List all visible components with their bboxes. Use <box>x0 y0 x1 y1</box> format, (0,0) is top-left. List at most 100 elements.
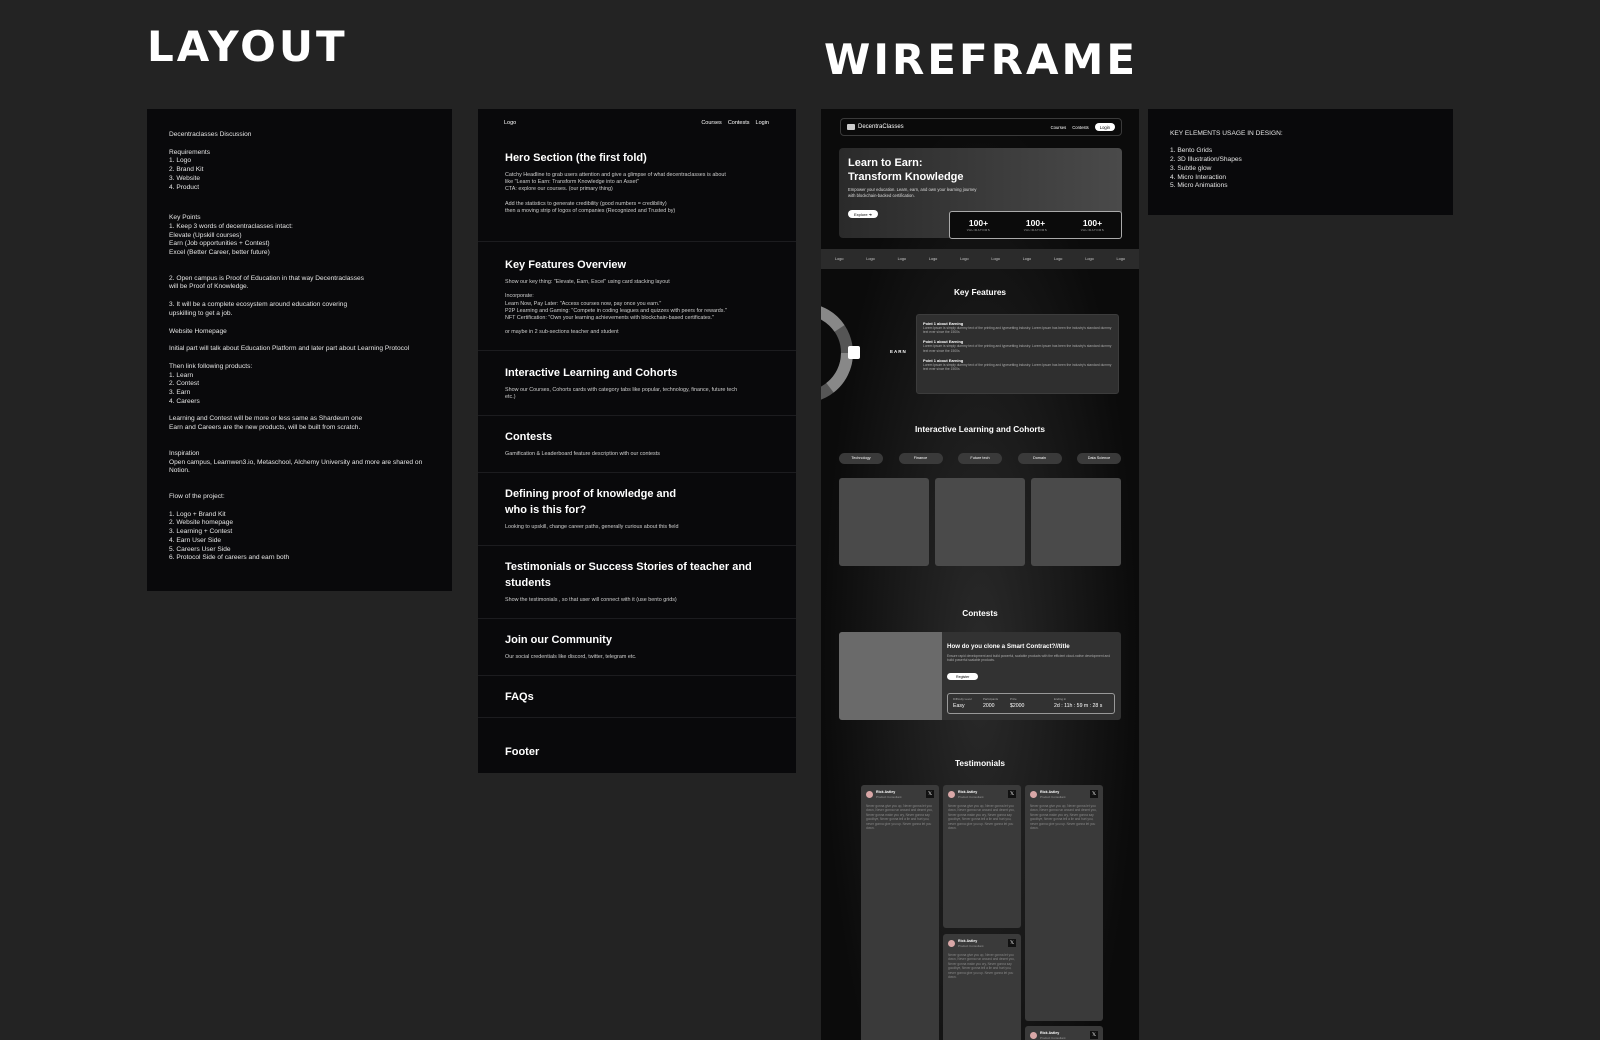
wf-testimonial-card: Rick Astley Product Consultant 𝕏 <box>1025 1026 1103 1040</box>
sitemap-nav-contests[interactable]: Contests <box>728 120 750 126</box>
graduation-cap-icon <box>847 124 855 130</box>
avatar <box>1030 1032 1037 1039</box>
wf-stat: 100+ VALIDATORS <box>966 218 991 232</box>
wf-nav-courses[interactable]: Courses <box>1051 125 1067 130</box>
avatar <box>1030 791 1037 798</box>
wf-course-card[interactable] <box>935 478 1025 566</box>
section-title: Hero Section (the first fold) <box>505 152 647 164</box>
section-title: Contests <box>505 431 553 443</box>
wf-testimonial-header: Rick Astley Product Consultant 𝕏 <box>866 790 934 800</box>
wf-testimonial-card: Rick Astley Product Consultant 𝕏 Never gon… <box>1025 785 1103 1021</box>
avatar <box>866 791 873 798</box>
wf-logo: Logo <box>991 257 1000 261</box>
section-desc: Our social credentials like discord, twi… <box>505 654 637 660</box>
wf-tab-technology[interactable]: Technology <box>839 453 883 464</box>
section-desc: Looking to upskill, change career paths,… <box>505 524 679 530</box>
wf-testimonial-header: Rick Astley Product Consultant 𝕏 <box>1030 1031 1098 1040</box>
section-desc: Gamification & Leaderboard feature descr… <box>505 451 660 457</box>
sitemap-nav-courses[interactable]: Courses <box>701 120 721 126</box>
section-title: Join our Community <box>505 634 612 646</box>
sitemap-section-cohorts: Interactive Learning and Cohorts Show ou… <box>478 351 796 416</box>
section-desc: Show our key thing: "Elevate, Earn, Exce… <box>505 279 727 336</box>
wf-testimonial-header: Rick Astley Product Consultant 𝕏 <box>948 790 1016 800</box>
wf-logo: Logo <box>1022 257 1032 261</box>
wf-tab-domain[interactable]: Domain <box>1017 453 1062 464</box>
wf-testimonial-card: Rick Astley Product Consultant 𝕏 Never gon… <box>943 785 1021 928</box>
wf-course-card[interactable] <box>839 478 929 566</box>
wf-testimonial-header: Rick Astley Product Consultant 𝕏 <box>948 939 1016 949</box>
wf-tab-future-tech[interactable]: Future tech <box>958 453 1002 464</box>
wf-course-cards <box>839 478 1121 566</box>
wf-contest-participants: Participants 2000 <box>983 697 999 709</box>
wf-tab-data-science[interactable]: Data Science <box>1077 453 1121 464</box>
x-icon[interactable]: 𝕏 <box>1090 790 1098 798</box>
notes-requirements: Requirements 1. Logo 2. Brand Kit 3. Web… <box>169 148 211 191</box>
key-elements-text: KEY ELEMENTS USAGE IN DESIGN: 1. Bento G… <box>1170 130 1283 190</box>
sitemap-section-hero: Hero Section (the first fold) Catchy Hea… <box>478 129 796 242</box>
wf-testimonial-card: Rick Astley Product Consultant 𝕏 Never gon… <box>943 934 1021 1040</box>
wireframe-panel: DecentraClasses Courses Contests Login L… <box>821 109 1139 1040</box>
section-desc: Show our Courses, Cohorts cards with cat… <box>505 387 738 401</box>
notes-key-points: Key Points 1. Keep 3 words of decentracl… <box>169 214 293 257</box>
key-elements-panel: KEY ELEMENTS USAGE IN DESIGN: 1. Bento G… <box>1148 109 1453 215</box>
sitemap-section-contests: Contests Gamification & Leaderboard feat… <box>478 416 796 473</box>
section-title: Interactive Learning and Cohorts <box>505 367 678 379</box>
wf-tab-finance[interactable]: Finance <box>898 453 943 464</box>
wf-feature-point: Point 1 about Earning Lorem Ipsum is simp… <box>923 357 1112 372</box>
sitemap-nav: Logo Courses Contests Login <box>478 109 796 129</box>
sitemap-nav-login[interactable]: Login <box>756 120 769 126</box>
sitemap-section-key-features: Key Features Overview Show our key thing… <box>478 242 796 351</box>
wf-earn-label: EARN <box>890 349 907 354</box>
wf-testimonial-text: Never gonna give you up, Never gonna let… <box>866 804 933 831</box>
wf-contest-difficulty: Difficulty Level Easy <box>953 697 972 709</box>
notes-point-2: 2. Open campus is Proof of Education in … <box>169 274 364 291</box>
x-icon[interactable]: 𝕏 <box>1090 1031 1098 1039</box>
wf-navbar: DecentraClasses Courses Contests Login <box>840 118 1122 136</box>
notes-title: Decentraclasses Discussion <box>169 131 252 138</box>
wf-stat: 100+ VALIDATORS <box>1080 218 1105 232</box>
wf-contest-info: Difficulty Level Easy Participants 2000 Pr… <box>947 693 1115 714</box>
wf-testimonial-text: Never gonna give you up, Never gonna let… <box>1030 804 1097 831</box>
section-title: Testimonials or Success Stories of teach… <box>505 561 752 589</box>
sitemap-layout-panel: Logo Courses Contests Login Hero Section (… <box>478 109 796 773</box>
wf-nav-contests[interactable]: Contests <box>1072 125 1089 130</box>
wf-feature-point: Point 1 about Earning Lorem Ipsum is simp… <box>923 339 1112 353</box>
section-desc: Catchy Headline to grab users attention … <box>505 172 726 215</box>
x-icon[interactable]: 𝕏 <box>1008 939 1016 947</box>
x-icon[interactable]: 𝕏 <box>926 790 934 798</box>
notes-learning-contest: Learning and Contest will be more or les… <box>169 415 363 432</box>
notes-flow-title: Flow of the project: <box>169 492 225 500</box>
avatar <box>948 791 955 798</box>
x-icon[interactable]: 𝕏 <box>1008 790 1016 798</box>
layout-heading: LAYOUT <box>147 22 348 71</box>
wf-contest-ending: Ending in 2d : 11h : 59 m : 28 s <box>1054 697 1103 709</box>
section-desc: Show the testimonials , so that user wil… <box>505 597 677 603</box>
wf-logo: Logo <box>1053 257 1063 261</box>
notes-flow-list: 1. Logo + Brand Kit 2. Website homepage … <box>169 510 290 562</box>
sitemap-section-footer: Footer <box>478 718 796 773</box>
wf-hero-title: Learn to Earn: Transform Knowledge <box>848 157 964 183</box>
notes-inspiration: Inspiration Open campus, Learnwen3.io, M… <box>169 449 423 475</box>
section-title: Defining proof of knowledge and who is t… <box>505 488 677 516</box>
wf-logo: Logo <box>835 257 844 261</box>
wf-contest-title: How do you clone a Smart Contract?//titl… <box>947 643 1070 650</box>
wf-register-button[interactable]: Register <box>947 673 979 680</box>
sitemap-section-testimonials: Testimonials or Success Stories of teach… <box>478 546 796 619</box>
wf-logo: Logo <box>960 257 969 261</box>
section-title: FAQs <box>505 691 534 703</box>
wf-contest-image <box>839 632 942 720</box>
wf-brand[interactable]: DecentraClasses <box>847 124 904 130</box>
wf-logo: Logo <box>928 257 938 261</box>
notes-products: Then link following products: 1. Learn 2… <box>169 362 253 405</box>
wf-brand-name: DecentraClasses <box>858 124 904 130</box>
wf-login-button[interactable]: Login <box>1094 123 1115 131</box>
wf-stats: 100+ VALIDATORS 100+ VALIDATORS 100+ VALIDA… <box>949 211 1122 239</box>
section-title: Key Features Overview <box>505 259 627 271</box>
sitemap-logo[interactable]: Logo <box>504 120 516 126</box>
sitemap-section-community: Join our Community Our social credential… <box>478 619 796 676</box>
wf-course-card[interactable] <box>1031 478 1121 566</box>
earn-ring-icon <box>821 306 860 400</box>
wf-testimonials-title: Testimonials <box>954 758 1006 768</box>
wf-category-tabs: Technology Finance Future tech Domain Da… <box>839 453 1121 464</box>
wf-explore-button[interactable]: Explore ➜ <box>848 210 879 218</box>
